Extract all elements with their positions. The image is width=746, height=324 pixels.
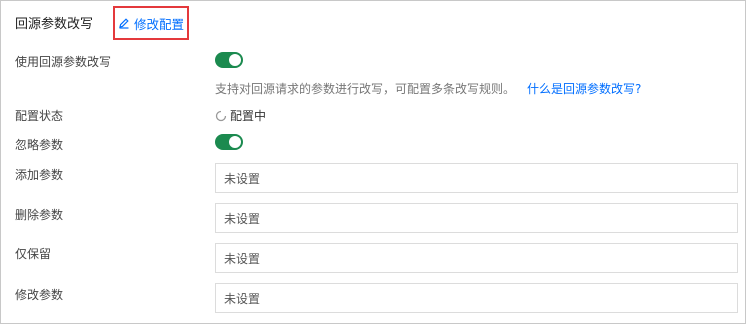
edit-config-link[interactable]: 修改配置 (113, 6, 189, 40)
delete-params-field[interactable]: 未设置 (215, 203, 738, 233)
ignore-label: 忽略参数 (15, 138, 64, 152)
origin-param-rewrite-panel: 回源参数改写 修改配置 使用回源参数改写 支持对回源请求的参数进行改写，可配置多… (0, 0, 746, 324)
modify-label: 修改参数 (15, 288, 64, 302)
status-indicator: 配置中 (215, 107, 266, 124)
keep-label: 仅保留 (15, 247, 52, 261)
rewrite-description: 支持对回源请求的参数进行改写，可配置多条改写规则。 (215, 82, 516, 96)
modify-params-field[interactable]: 未设置 (215, 283, 738, 313)
pencil-icon (118, 17, 130, 29)
toggle-knob (229, 54, 241, 66)
ignore-toggle[interactable] (215, 134, 243, 150)
spinner-icon (215, 110, 227, 122)
status-value: 配置中 (230, 109, 267, 123)
section-title: 回源参数改写 (15, 17, 94, 32)
status-label: 配置状态 (15, 109, 64, 123)
toggle-knob (229, 136, 241, 148)
delete-label: 删除参数 (15, 208, 64, 222)
rewrite-toggle[interactable] (215, 52, 243, 68)
rewrite-label: 使用回源参数改写 (15, 55, 112, 69)
help-link[interactable]: 什么是回源参数改写? (527, 80, 641, 97)
add-params-field[interactable]: 未设置 (215, 163, 738, 193)
edit-config-label: 修改配置 (133, 16, 184, 32)
keep-params-field[interactable]: 未设置 (215, 243, 738, 273)
add-label: 添加参数 (15, 168, 64, 182)
